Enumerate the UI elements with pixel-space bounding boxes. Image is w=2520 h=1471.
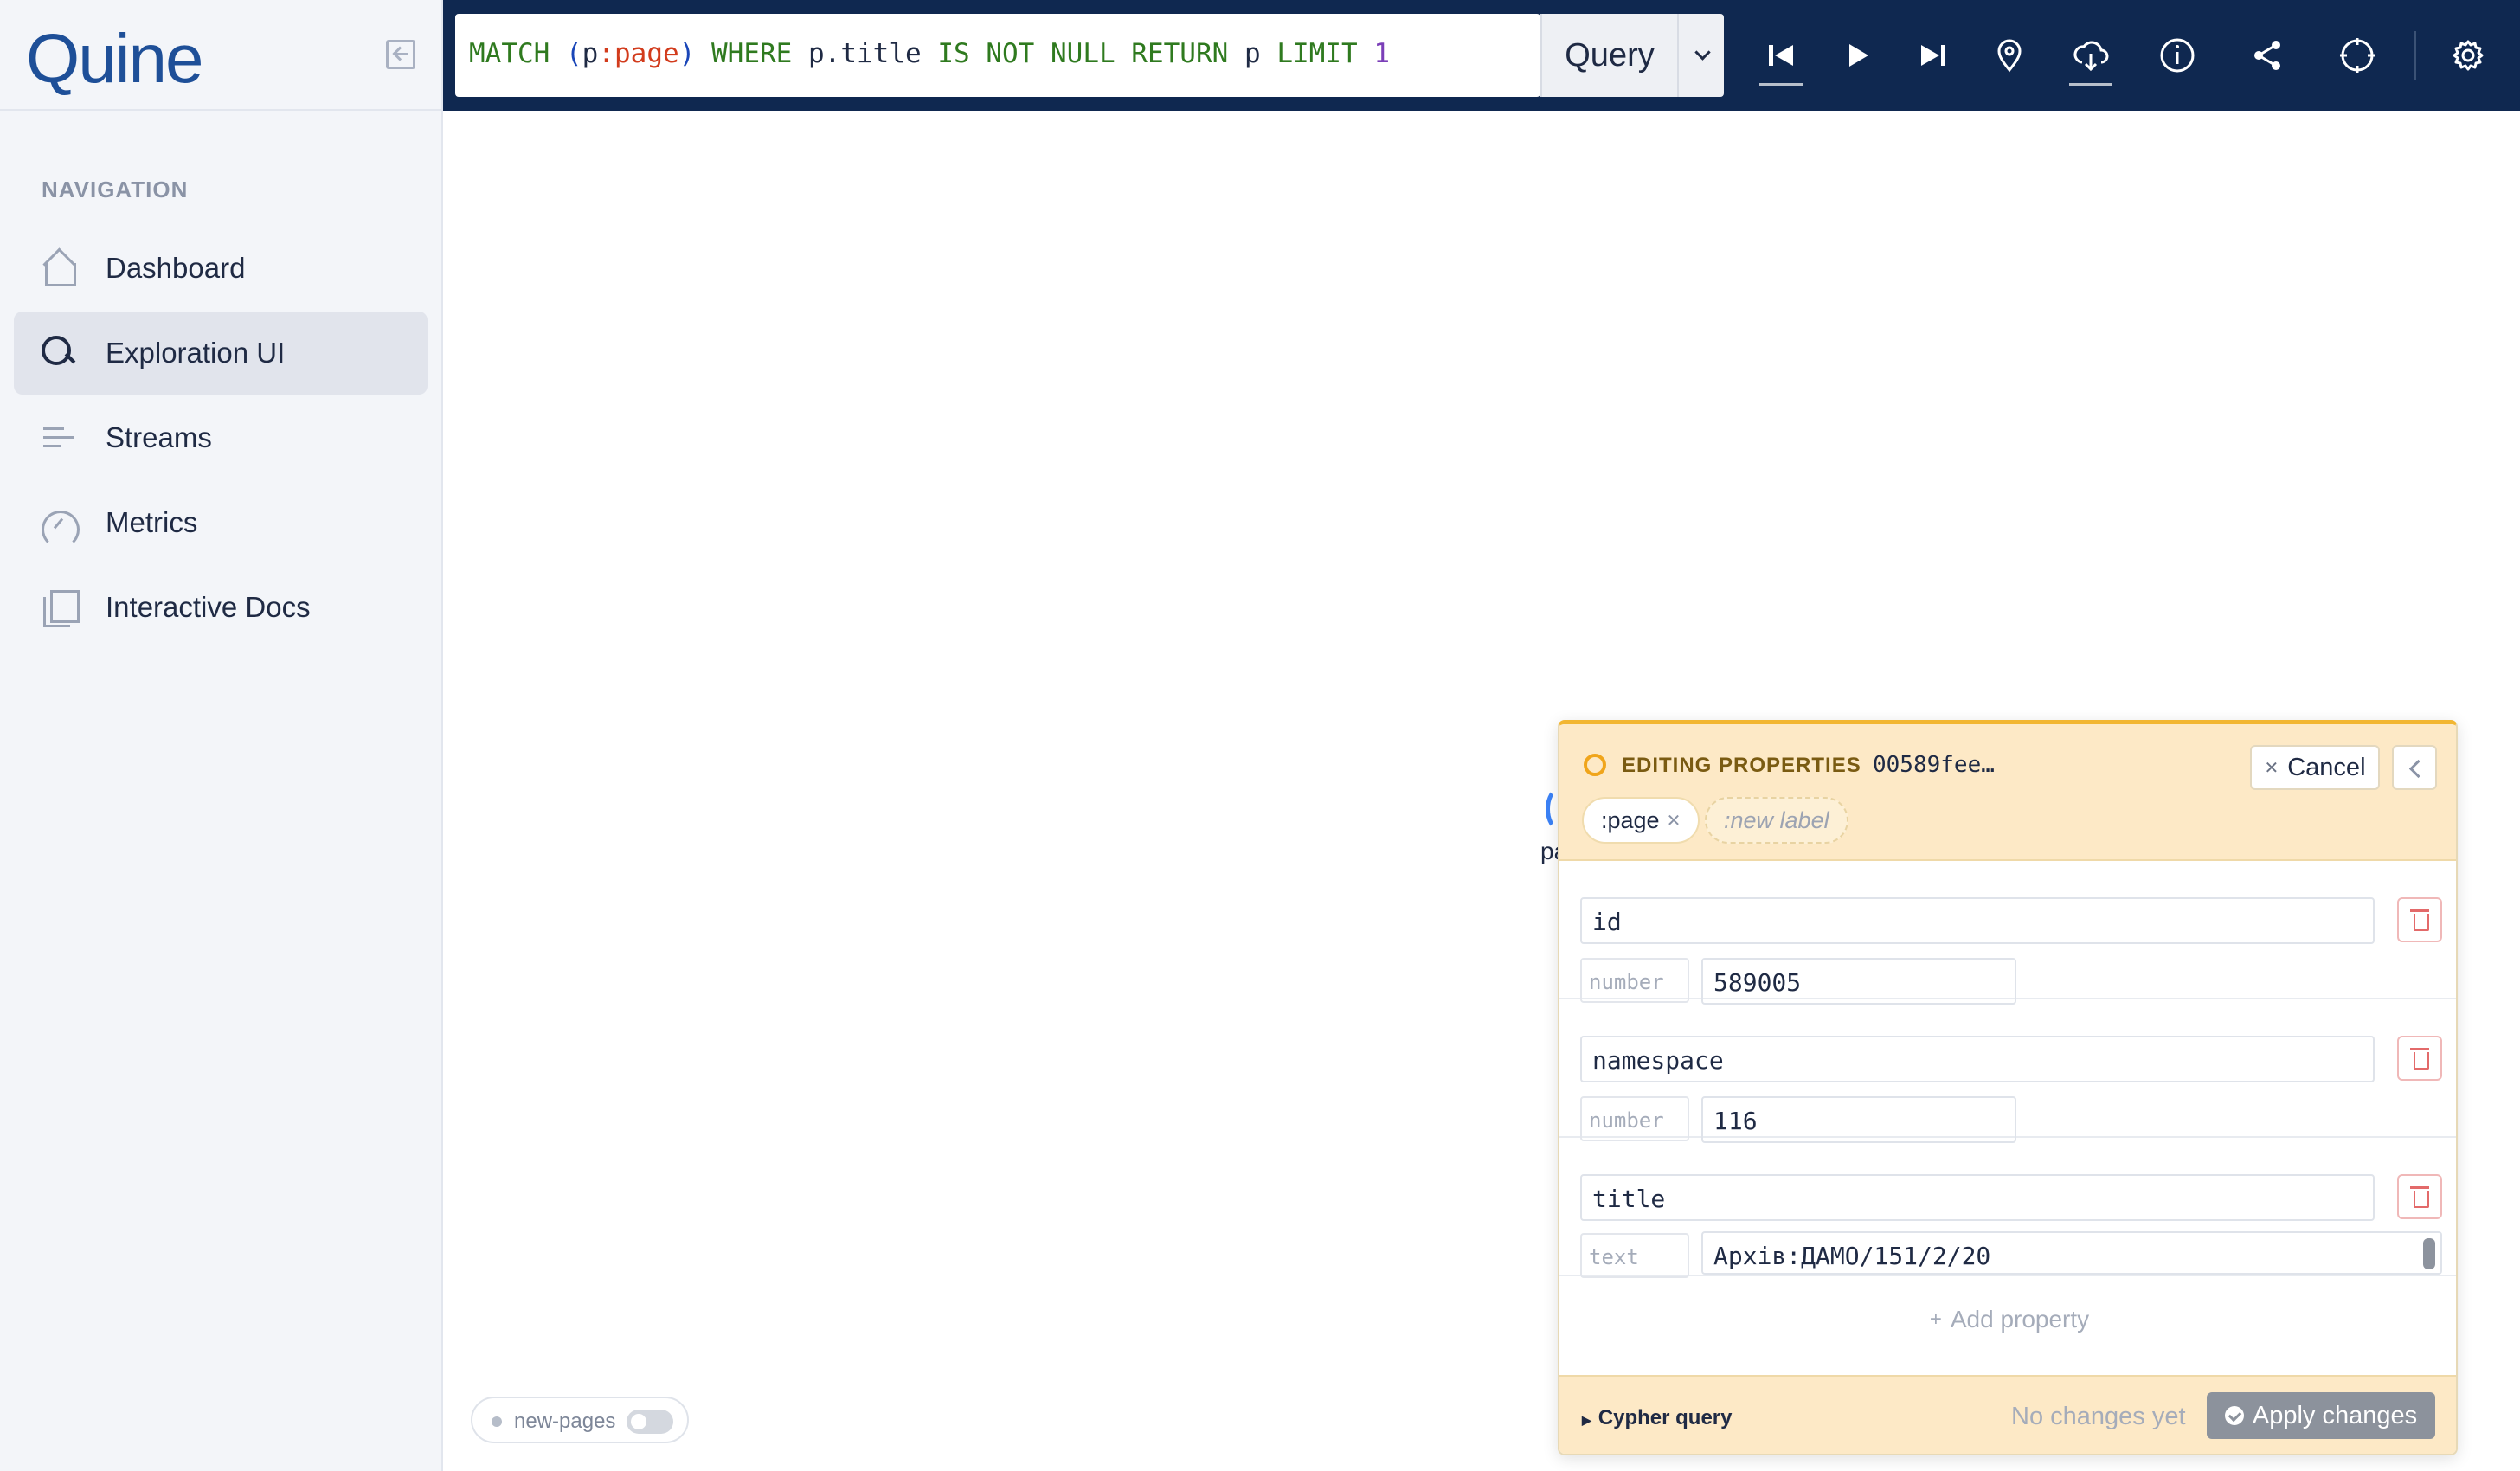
property-value-textarea[interactable]: Архів:ДАМО/151/2/20 (1701, 1231, 2442, 1275)
trash-icon[interactable] (2397, 1174, 2442, 1219)
trash-icon[interactable] (2397, 1036, 2442, 1081)
active-indicator (2069, 83, 2112, 86)
property-value-input[interactable]: 116 (1701, 1096, 2016, 1143)
node-label-chip[interactable]: :page ✕ (1582, 797, 1700, 844)
streams-icon (40, 419, 78, 457)
play-icon[interactable] (1836, 35, 1878, 76)
textarea-resize-handle[interactable] (2423, 1238, 2435, 1269)
check-circle-icon (2224, 1406, 2244, 1425)
cloud-download-icon[interactable] (2070, 35, 2112, 76)
sidebar: Quine NAVIGATION Dashboard Exploration U… (0, 0, 443, 1471)
query-input[interactable]: MATCH (p:page) WHERE p.title IS NOT NULL… (455, 14, 1540, 97)
cypher-query-toggle[interactable]: ▶ Cypher query (1582, 1406, 1732, 1430)
sidebar-item-label: Dashboard (106, 252, 246, 284)
nav-heading: NAVIGATION (42, 177, 189, 202)
query-text[interactable]: MATCH (p:page) WHERE p.title IS NOT NULL… (469, 38, 1390, 69)
new-label-input[interactable]: :new label (1705, 797, 1848, 844)
sidebar-item-exploration-ui[interactable]: Exploration UI (14, 312, 428, 395)
editing-status-icon (1584, 754, 1606, 776)
query-button[interactable]: Query (1540, 14, 1677, 97)
share-icon[interactable] (2247, 35, 2288, 76)
node-id: 00589fee… (1873, 752, 1995, 778)
sidebar-item-streams[interactable]: Streams (14, 396, 428, 479)
query-toolbar: MATCH (p:page) WHERE p.title IS NOT NULL… (443, 0, 2520, 111)
info-icon[interactable] (2157, 35, 2198, 76)
active-indicator (1759, 83, 1803, 86)
search-icon (40, 334, 78, 372)
property-key-input[interactable]: namespace (1580, 1036, 2375, 1082)
sidebar-item-interactive-docs[interactable]: Interactive Docs (14, 566, 428, 649)
remove-label-icon[interactable]: ✕ (1667, 810, 1681, 832)
sidebar-item-metrics[interactable]: Metrics (14, 481, 428, 564)
status-dot-icon (492, 1416, 502, 1427)
property-key-input[interactable]: title (1580, 1174, 2375, 1221)
toggle-switch[interactable] (627, 1410, 673, 1434)
sidebar-item-label: Streams (106, 421, 212, 453)
property-key-input[interactable]: id (1580, 897, 2375, 944)
chevron-left-icon[interactable] (2392, 745, 2437, 790)
sidebar-item-dashboard[interactable]: Dashboard (14, 227, 428, 310)
property-type[interactable]: number (1580, 958, 1689, 1003)
crosshair-icon[interactable] (2337, 35, 2378, 76)
editor-title: EDITING PROPERTIES (1622, 754, 1861, 777)
location-pin-icon[interactable] (1989, 35, 2030, 76)
toggle-label: new-pages (514, 1410, 616, 1433)
collapse-sidebar-icon[interactable] (386, 40, 415, 69)
editor-header: EDITING PROPERTIES 00589fee… ✕ Cancel :p… (1559, 724, 2456, 861)
apply-changes-button[interactable]: Apply changes (2207, 1392, 2435, 1439)
skip-back-icon[interactable] (1760, 35, 1802, 76)
cancel-button[interactable]: ✕ Cancel (2250, 745, 2380, 790)
triangle-right-icon: ▶ (1582, 1413, 1591, 1427)
property-value-input[interactable]: 589005 (1701, 958, 2016, 1005)
add-property-label: Add property (1950, 1306, 2090, 1333)
close-icon: ✕ (2264, 758, 2279, 778)
apply-label: Apply changes (2252, 1401, 2418, 1429)
brand-header: Quine (0, 0, 441, 111)
new-pages-toggle[interactable]: new-pages (471, 1397, 689, 1443)
sidebar-item-label: Interactive Docs (106, 591, 311, 623)
sidebar-item-label: Exploration UI (106, 337, 286, 369)
label-text: :page (1601, 806, 1660, 833)
editor-footer: ▶ Cypher query No changes yet Apply chang… (1559, 1375, 2456, 1454)
trash-icon[interactable] (2397, 897, 2442, 942)
cancel-label: Cancel (2287, 753, 2366, 781)
skip-forward-icon[interactable] (1912, 35, 1954, 76)
add-property-button[interactable]: + Add property (1559, 1285, 2456, 1354)
editing-properties-panel: EDITING PROPERTIES 00589fee… ✕ Cancel :p… (1558, 720, 2458, 1455)
property-row: id number 589005 (1559, 861, 2456, 1005)
property-type[interactable]: number (1580, 1096, 1689, 1141)
property-value-text: Архів:ДАМО/151/2/20 (1713, 1242, 1991, 1270)
property-row: title text Архів:ДАМО/151/2/20 (1559, 1138, 2456, 1278)
gauge-icon (40, 504, 80, 549)
sidebar-item-label: Metrics (106, 506, 198, 538)
quine-logo[interactable]: Quine (26, 19, 203, 99)
settings-icon[interactable] (2447, 35, 2489, 76)
changes-status: No changes yet (2011, 1403, 2186, 1430)
property-row: namespace number 116 (1559, 999, 2456, 1143)
plus-icon: + (1929, 1307, 1942, 1331)
query-dropdown-chevron-icon[interactable] (1677, 14, 1724, 97)
toolbar-divider (2414, 31, 2416, 80)
home-icon (40, 249, 78, 287)
property-type[interactable]: text (1580, 1233, 1689, 1278)
docs-icon (40, 588, 80, 627)
app-root: Quine NAVIGATION Dashboard Exploration U… (0, 0, 2520, 1471)
cypher-query-label: Cypher query (1598, 1406, 1732, 1429)
